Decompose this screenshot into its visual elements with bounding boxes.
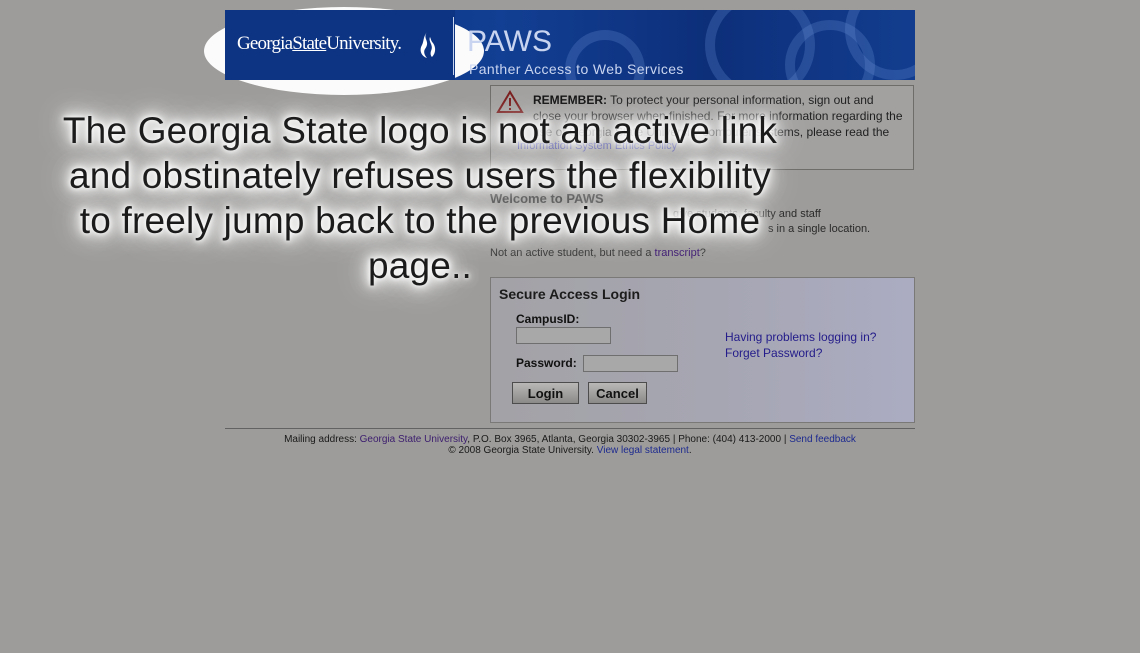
password-input[interactable]: [583, 355, 678, 372]
send-feedback-link[interactable]: Send feedback: [789, 434, 856, 445]
password-label: Password:: [516, 356, 577, 370]
campus-id-input[interactable]: [516, 327, 611, 344]
footer-address: Mailing address: Georgia State Universit…: [284, 434, 856, 445]
header-divider: [453, 17, 454, 75]
cancel-button[interactable]: Cancel: [588, 382, 647, 404]
app-title: PAWS: [467, 25, 553, 58]
login-button[interactable]: Login: [512, 382, 579, 404]
welcome-text-line2: s in a single location.: [768, 223, 871, 235]
flame-icon: [420, 32, 436, 58]
footer-divider: [225, 428, 915, 429]
forgot-password-link[interactable]: Forget Password?: [725, 346, 822, 360]
footer-copyright: © 2008 Georgia State University. View le…: [448, 445, 692, 456]
campus-id-label: CampusID:: [516, 312, 580, 326]
annotation-caption: The Georgia State logo is not an active …: [62, 110, 778, 286]
app-subtitle: Panther Access to Web Services: [469, 61, 684, 77]
login-title: Secure Access Login: [499, 286, 641, 302]
legal-statement-link[interactable]: View legal statement: [597, 445, 689, 456]
login-help-link[interactable]: Having problems logging in?: [725, 330, 876, 344]
gsu-footer-link[interactable]: Georgia State University: [360, 434, 468, 445]
gsu-logo-text: GeorgiaStateUniversity.: [237, 33, 402, 54]
